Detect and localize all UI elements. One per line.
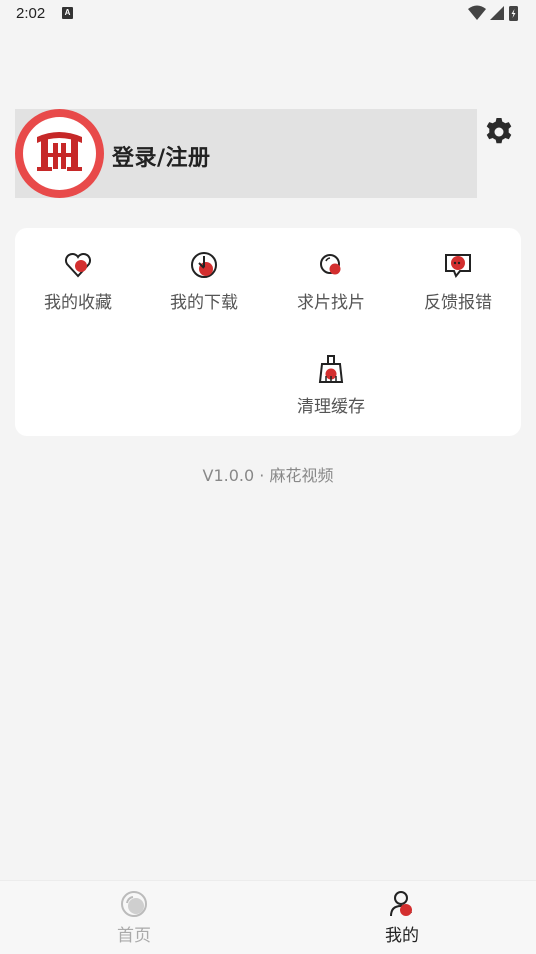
menu-item-label: 我的下载	[170, 293, 238, 313]
user-icon	[390, 891, 412, 917]
home-icon	[121, 891, 147, 917]
broom-icon	[318, 355, 344, 383]
menu-item-favorites[interactable]: 我的收藏	[15, 250, 141, 330]
feature-menu-card: 我的收藏 我的下载 求片找片 反馈报错 清理缓存	[15, 228, 521, 436]
tab-home[interactable]: 首页	[74, 889, 194, 946]
tab-label: 首页	[117, 926, 151, 946]
search-icon	[320, 254, 341, 275]
menu-item-label: 我的收藏	[44, 293, 112, 313]
avatar[interactable]	[15, 109, 104, 198]
notification-icon: A	[62, 7, 73, 19]
version-text: V1.0.0 · 麻花视频	[202, 466, 334, 485]
download-icon	[191, 252, 217, 278]
menu-item-label: 反馈报错	[424, 293, 492, 313]
status-time: 2:02	[16, 5, 46, 22]
tab-mine[interactable]: 我的	[342, 889, 462, 946]
menu-item-clear-cache[interactable]: 清理缓存	[268, 354, 394, 434]
signal-icon	[490, 6, 504, 20]
wifi-icon	[468, 5, 486, 20]
bottom-tab-bar: 首页 我的	[0, 880, 536, 954]
login-register-link[interactable]: 登录/注册	[112, 140, 211, 172]
status-bar: 2:02 A	[0, 0, 536, 28]
heart-icon	[64, 252, 92, 278]
menu-item-label: 求片找片	[297, 293, 365, 313]
menu-item-request-movie[interactable]: 求片找片	[268, 250, 394, 330]
avatar-logo	[23, 117, 96, 190]
feedback-icon	[445, 254, 471, 278]
menu-item-downloads[interactable]: 我的下载	[141, 250, 267, 330]
settings-gear-icon[interactable]	[483, 116, 515, 148]
status-indicators-icon	[468, 5, 518, 21]
menu-item-feedback[interactable]: 反馈报错	[395, 250, 521, 330]
app-logo-icon	[37, 132, 82, 171]
menu-item-label: 清理缓存	[297, 397, 365, 417]
tab-label: 我的	[385, 926, 419, 946]
